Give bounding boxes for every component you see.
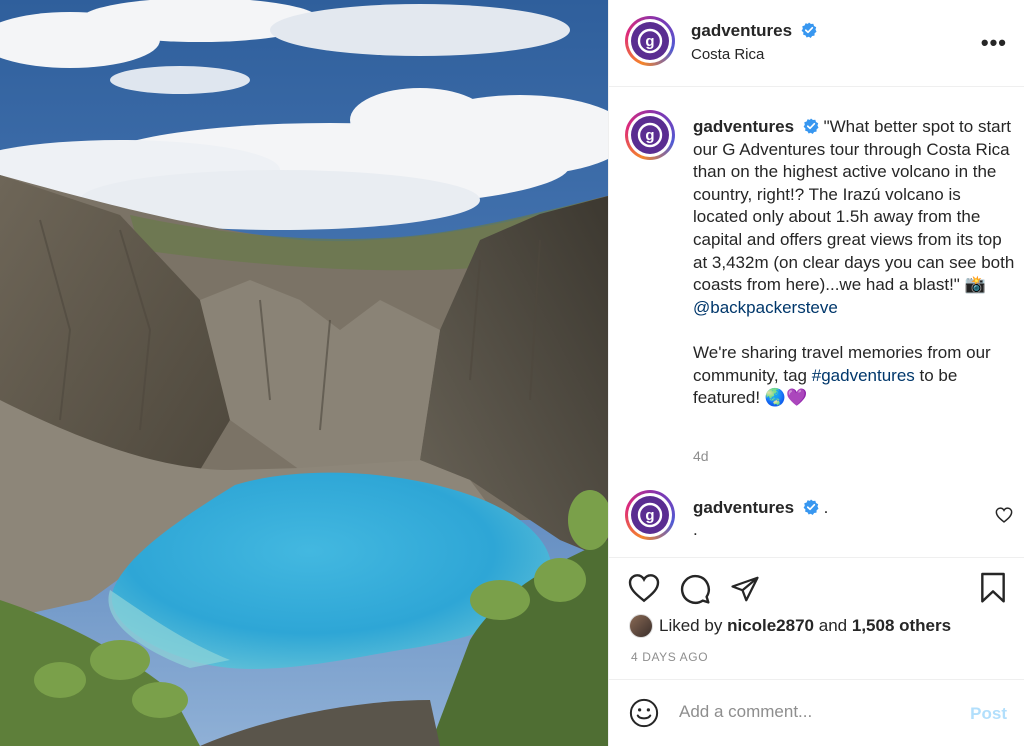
post-header: g gadventures Costa Rica ••• bbox=[609, 0, 1024, 87]
g-logo-icon: g bbox=[637, 28, 663, 54]
caption-avatar[interactable]: g bbox=[625, 110, 675, 160]
comment: gadventures . . bbox=[693, 497, 828, 541]
likes-summary: Liked by nicole2870 and 1,508 others bbox=[629, 614, 951, 638]
likes-others-link[interactable]: 1,508 others bbox=[852, 616, 951, 636]
caption-age[interactable]: 4d bbox=[693, 448, 709, 464]
g-logo-icon: g bbox=[637, 122, 663, 148]
liker-username[interactable]: nicole2870 bbox=[727, 616, 814, 636]
liked-and: and bbox=[818, 616, 848, 635]
post-timestamp[interactable]: 4 DAYS AGO bbox=[631, 650, 708, 664]
comment-avatar[interactable]: g bbox=[625, 490, 675, 540]
comment-text: . bbox=[823, 498, 829, 517]
save-bookmark-icon[interactable] bbox=[979, 572, 1007, 604]
share-paper-plane-icon[interactable] bbox=[729, 574, 761, 604]
post-caption: gadventures "What better spot to start o… bbox=[693, 116, 1019, 410]
verified-badge-icon bbox=[803, 499, 819, 515]
post-photo[interactable] bbox=[0, 0, 608, 746]
add-comment-bar: Post bbox=[609, 679, 1024, 746]
verified-badge-icon bbox=[803, 118, 819, 134]
liked-by-prefix: Liked by bbox=[659, 616, 723, 635]
hashtag-link[interactable]: #gadventures bbox=[812, 366, 915, 385]
g-logo-icon: g bbox=[637, 502, 663, 528]
avatar[interactable]: g bbox=[625, 16, 675, 66]
comment-username[interactable]: gadventures bbox=[693, 498, 794, 517]
mention-link[interactable]: @backpackersteve bbox=[693, 298, 838, 317]
emoji-smiley-icon[interactable] bbox=[629, 698, 659, 728]
comment-bubble-icon[interactable] bbox=[679, 573, 711, 605]
crater-lake-photo bbox=[0, 0, 608, 746]
post-comment-button[interactable]: Post bbox=[970, 704, 1007, 724]
like-heart-icon[interactable] bbox=[628, 573, 660, 603]
more-options-button[interactable]: ••• bbox=[981, 30, 1007, 56]
svg-text:g: g bbox=[645, 507, 654, 524]
verified-badge-icon bbox=[801, 22, 817, 38]
svg-text:g: g bbox=[645, 127, 654, 144]
comment-input[interactable] bbox=[679, 702, 959, 722]
comment-like-heart-icon[interactable] bbox=[995, 507, 1013, 523]
caption-text: "What better spot to start our G Adventu… bbox=[693, 117, 1015, 295]
liker-avatar[interactable] bbox=[629, 614, 653, 638]
svg-text:g: g bbox=[645, 33, 654, 50]
header-username[interactable]: gadventures bbox=[691, 21, 792, 40]
header-location[interactable]: Costa Rica bbox=[691, 46, 817, 63]
post-panel: g gadventures Costa Rica ••• g gadventur… bbox=[608, 0, 1024, 746]
caption-username[interactable]: gadventures bbox=[693, 117, 794, 136]
comment-text-2: . bbox=[693, 520, 698, 539]
